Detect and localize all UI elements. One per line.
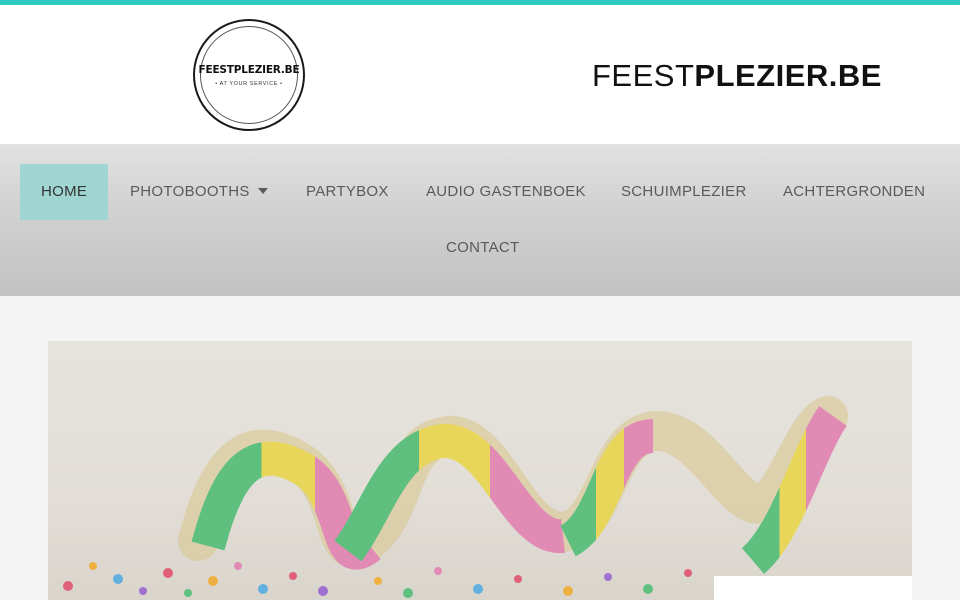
site-title[interactable]: FEESTPLEZIER.BE [592, 58, 882, 94]
logo-text: FEESTPLEZIER.BE [198, 64, 300, 76]
nav-item-audio-gastenboek[interactable]: AUDIO GASTENBOEK [426, 164, 586, 220]
site-title-bold: PLEZIER.BE [694, 58, 882, 93]
hero-caption-box [714, 576, 912, 600]
site-title-light: FEEST [592, 58, 695, 93]
nav-item-schuimplezier[interactable]: SCHUIMPLEZIER [621, 164, 747, 220]
site-logo[interactable]: FEESTPLEZIER.BE • AT YOUR SERVICE • [193, 19, 305, 131]
party-streamer-image [63, 396, 848, 598]
hero-image [48, 341, 912, 600]
nav-item-contact[interactable]: CONTACT [446, 220, 519, 276]
nav-item-photobooths-label: PHOTOBOOTHS [130, 183, 250, 200]
confetti-dots [63, 562, 733, 598]
nav-item-home[interactable]: HOME [20, 164, 109, 220]
logo-tagline: • AT YOUR SERVICE • [215, 81, 283, 87]
site-header: FEESTPLEZIER.BE • AT YOUR SERVICE • FEES… [0, 5, 960, 144]
nav-item-partybox[interactable]: PARTYBOX [306, 164, 389, 220]
nav-item-achtergronden[interactable]: ACHTERGRONDEN [783, 164, 925, 220]
caret-down-icon [257, 188, 268, 195]
main-navigation: HOME PHOTOBOOTHS PARTYBOX AUDIO GASTENBO… [0, 144, 960, 296]
nav-item-photobooths[interactable]: PHOTOBOOTHS [130, 164, 268, 220]
